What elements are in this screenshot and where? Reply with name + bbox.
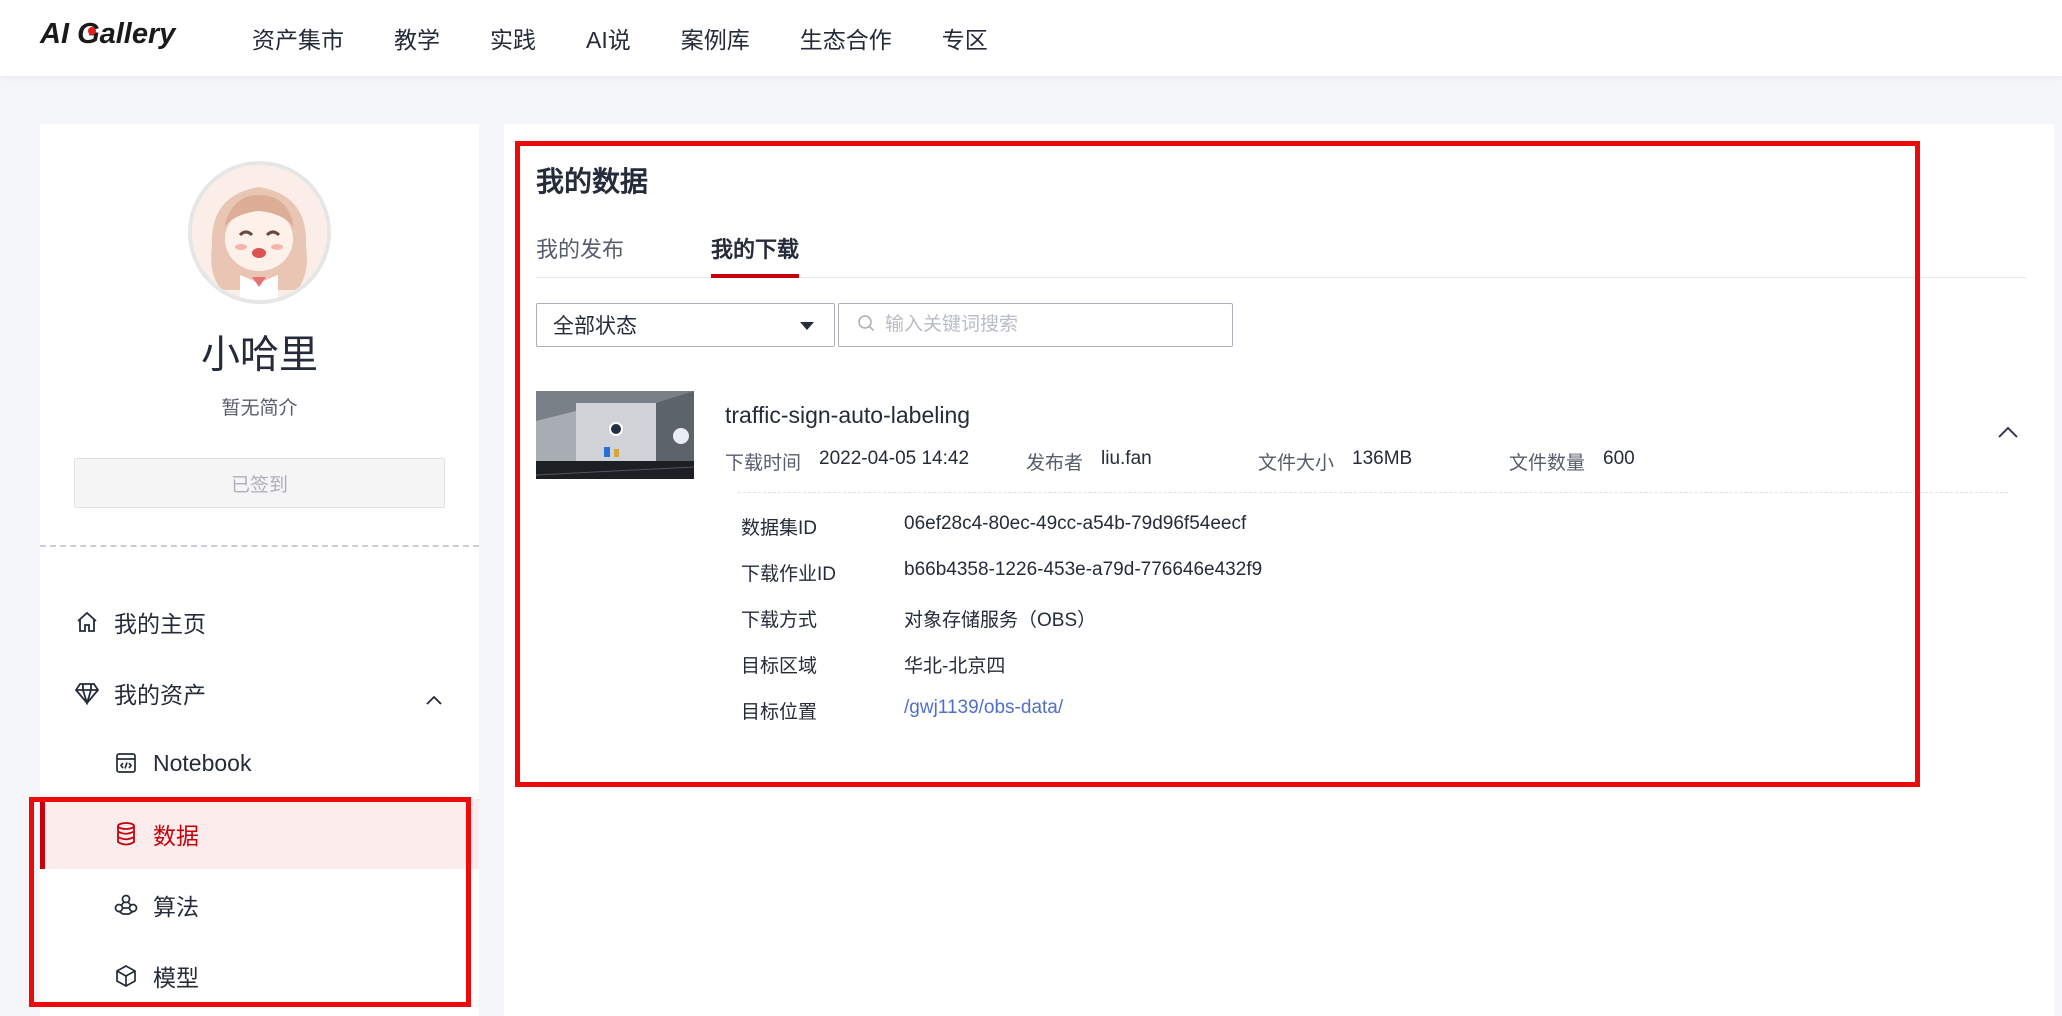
caret-down-icon: [800, 322, 814, 330]
tabs: 我的发布 我的下载: [536, 232, 2026, 278]
avatar-image: [192, 165, 327, 300]
meta-label: 下载时间: [725, 453, 802, 474]
detail-dataset-id: 数据集ID 06ef28c4-80ec-49cc-a54b-79d96f54ee…: [741, 513, 1246, 540]
search-input[interactable]: [885, 314, 1215, 336]
page-title: 我的数据: [536, 166, 649, 197]
algorithm-icon: [113, 892, 139, 918]
search-icon: [857, 314, 875, 337]
obs-location-link[interactable]: /gwj1139/obs-data/: [904, 697, 1063, 724]
cube-icon: [113, 963, 139, 989]
nav-teaching[interactable]: 教学: [394, 21, 440, 55]
tab-my-downloads[interactable]: 我的下载: [711, 232, 800, 278]
meta-value: liu.fan: [1101, 448, 1152, 469]
status-filter-select[interactable]: 全部状态: [536, 303, 835, 347]
nav-practice[interactable]: 实践: [490, 21, 536, 55]
dataset-thumbnail[interactable]: [536, 391, 694, 479]
meta-label: 文件大小: [1258, 453, 1335, 474]
main-content: 我的数据 我的发布 我的下载 全部状态 traff: [504, 124, 2054, 1016]
detail-value: b66b4358-1226-453e-a79d-776646e432f9: [904, 559, 1263, 580]
meta-download-time: 下载时间 2022-04-05 14:42: [725, 448, 969, 475]
sidebar-item-notebook[interactable]: Notebook: [40, 728, 479, 798]
diamond-icon: [74, 680, 100, 706]
sidebar-item-model[interactable]: 模型: [40, 941, 479, 1011]
sidebar-item-label: 数据: [153, 823, 199, 849]
avatar[interactable]: [188, 161, 331, 304]
username: 小哈里: [200, 334, 318, 377]
dataset-thumbnail-image: [536, 391, 694, 479]
sidebar-item-my-assets[interactable]: 我的资产: [40, 658, 479, 728]
ai-gallery-logo[interactable]: AI Gallery: [40, 18, 175, 51]
meta-value: 136MB: [1352, 448, 1413, 469]
detail-download-method: 下载方式 对象存储服务（OBS）: [741, 605, 1096, 632]
nav-zone[interactable]: 专区: [942, 21, 988, 55]
sidebar-divider: [40, 545, 479, 547]
detail-value: 对象存储服务（OBS）: [904, 610, 1097, 631]
sidebar-item-data[interactable]: 数据: [40, 799, 479, 869]
meta-file-count: 文件数量 600: [1509, 448, 1635, 475]
detail-job-id: 下载作业ID b66b4358-1226-453e-a79d-776646e43…: [741, 559, 1262, 586]
sidebar-item-label: 我的主页: [114, 611, 206, 637]
home-icon: [74, 609, 100, 635]
detail-target-location: 目标位置 /gwj1139/obs-data/: [741, 697, 1063, 724]
meta-label: 发布者: [1026, 453, 1084, 474]
detail-label: 下载方式: [741, 610, 818, 631]
top-navbar: AI Gallery 资产集市 教学 实践 AI说 案例库 生态合作 专区: [0, 0, 2062, 76]
chevron-up-icon[interactable]: [425, 685, 443, 712]
nav-ai-talk[interactable]: AI说: [586, 21, 631, 55]
database-icon: [113, 821, 139, 847]
detail-value: 华北-北京四: [904, 656, 1006, 677]
detail-target-region: 目标区域 华北-北京四: [741, 651, 1005, 678]
sidebar-item-label: 模型: [153, 965, 199, 991]
meta-label: 文件数量: [1509, 453, 1586, 474]
notebook-icon: [113, 750, 139, 776]
detail-label: 目标区域: [741, 656, 818, 677]
profile-sidebar: 小哈里 暂无简介 已签到 我的主页 我的资产 Notebook 数据 算法 模型: [40, 124, 479, 1016]
sidebar-item-home[interactable]: 我的主页: [40, 587, 479, 657]
status-filter-value: 全部状态: [553, 315, 637, 338]
user-bio: 暂无简介: [221, 398, 298, 419]
detail-label: 下载作业ID: [741, 564, 837, 585]
nav-asset-market[interactable]: 资产集市: [252, 21, 344, 55]
dataset-name-link[interactable]: traffic-sign-auto-labeling: [725, 402, 970, 429]
sidebar-item-label: 我的资产: [114, 682, 206, 708]
search-box[interactable]: [838, 303, 1233, 347]
sidebar-item-label: 算法: [153, 894, 199, 920]
checkin-button[interactable]: 已签到: [74, 458, 445, 508]
detail-divider: [738, 492, 2008, 493]
detail-label: 数据集ID: [741, 518, 818, 539]
meta-file-size: 文件大小 136MB: [1258, 448, 1412, 475]
detail-value: 06ef28c4-80ec-49cc-a54b-79d96f54eecf: [904, 513, 1247, 534]
tab-my-published[interactable]: 我的发布: [536, 232, 624, 274]
chevron-up-icon[interactable]: [1997, 425, 2019, 444]
sidebar-item-label: Notebook: [153, 749, 252, 776]
meta-value: 600: [1603, 448, 1635, 469]
meta-value: 2022-04-05 14:42: [819, 448, 970, 469]
meta-publisher: 发布者 liu.fan: [1026, 448, 1152, 475]
main-nav: 资产集市 教学 实践 AI说 案例库 生态合作 专区: [252, 0, 1038, 76]
nav-ecosystem[interactable]: 生态合作: [800, 21, 892, 55]
nav-case-library[interactable]: 案例库: [681, 21, 750, 55]
detail-label: 目标位置: [741, 702, 818, 723]
sidebar-item-algorithm[interactable]: 算法: [40, 870, 479, 940]
